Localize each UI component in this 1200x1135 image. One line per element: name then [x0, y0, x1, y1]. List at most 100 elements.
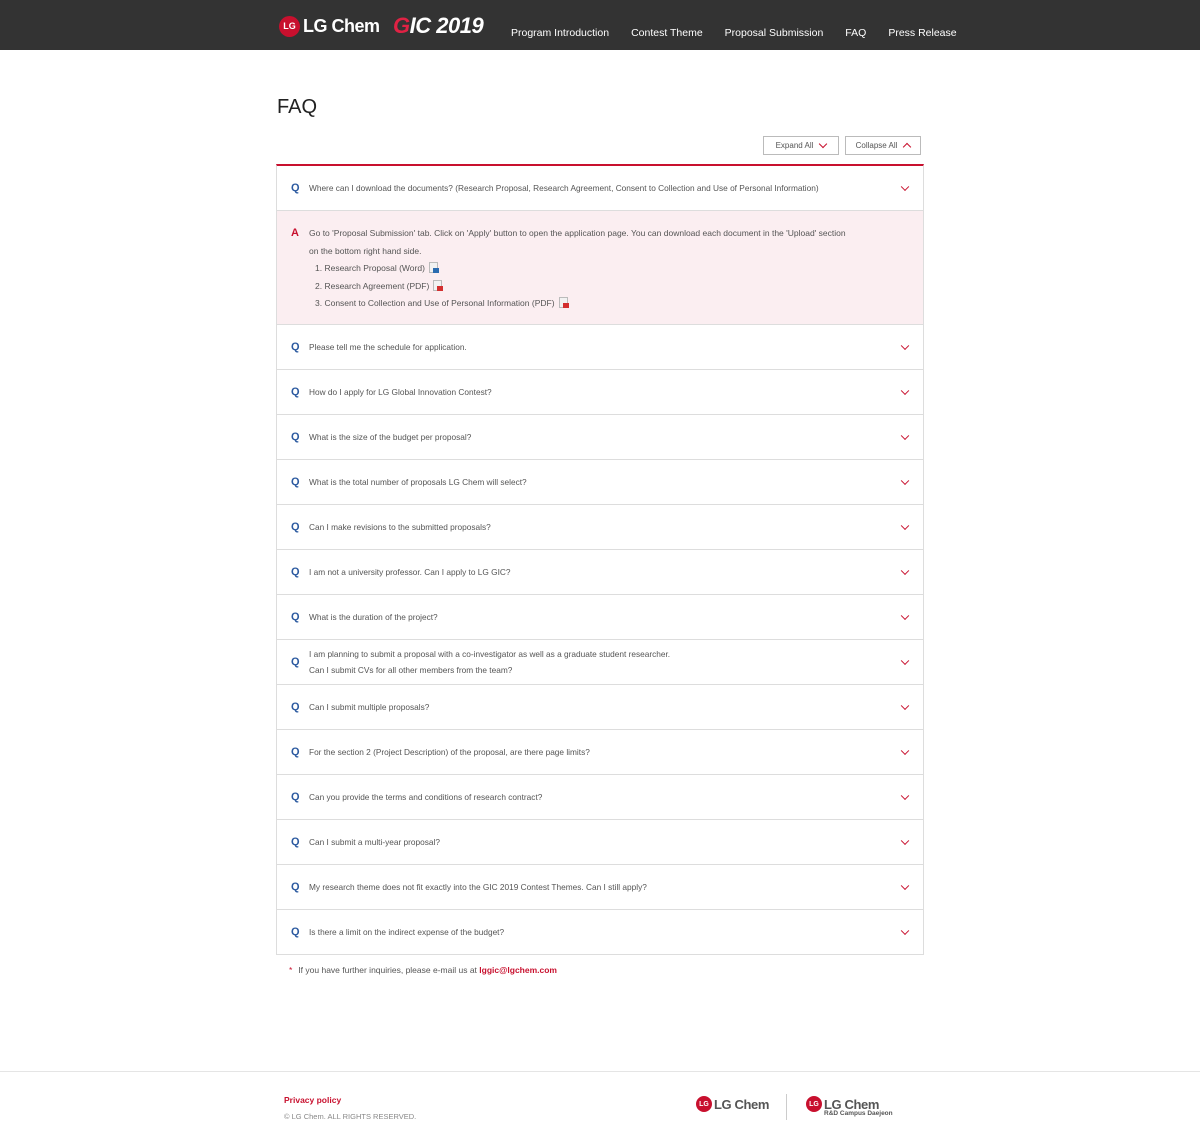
question-text: Can I submit a multi-year proposal? — [309, 837, 440, 847]
q-mark: Q — [291, 521, 300, 533]
document-label: 3. Consent to Collection and Use of Pers… — [315, 298, 555, 308]
privacy-policy-link[interactable]: Privacy policy — [284, 1095, 341, 1105]
q-mark: Q — [291, 746, 300, 758]
q-mark: Q — [291, 926, 300, 938]
document-label: 2. Research Agreement (PDF) — [315, 280, 430, 291]
faq-question-2[interactable]: Q Please tell me the schedule for applic… — [277, 325, 923, 370]
inquiry-note: * If you have further inquiries, please e… — [289, 965, 557, 975]
expand-all-button[interactable]: Expand All — [763, 136, 839, 155]
nav-faq[interactable]: FAQ — [845, 27, 866, 39]
faq-question-5[interactable]: Q What is the total number of proposals … — [277, 460, 923, 505]
chevron-down-icon — [819, 139, 828, 148]
question-text: Can I submit multiple proposals? — [309, 702, 430, 712]
lg-logo-mark: LG — [279, 15, 300, 37]
question-text: How do I apply for LG Global Innovation … — [309, 387, 492, 397]
pdf-icon[interactable] — [558, 297, 569, 308]
chevron-down-icon — [900, 476, 910, 486]
footer-divider — [786, 1094, 787, 1120]
chevron-down-icon — [900, 791, 910, 801]
nav-contest-theme[interactable]: Contest Theme — [631, 27, 703, 39]
nav-proposal-submission[interactable]: Proposal Submission — [725, 27, 824, 39]
faq-question-10[interactable]: Q Can I submit multiple proposals? — [277, 685, 923, 730]
question-text: Please tell me the schedule for applicat… — [309, 342, 467, 352]
faq-answer-1: A Go to 'Proposal Submission' tab. Click… — [277, 211, 923, 325]
footer: Privacy policy © LG Chem. ALL RIGHTS RES… — [0, 1071, 1200, 1135]
lg-chem-logo[interactable]: LG LG Chem — [279, 14, 380, 38]
faq-question-12[interactable]: Q Can you provide the terms and conditio… — [277, 775, 923, 820]
faq-question-1[interactable]: Q Where can I download the documents? (R… — [277, 166, 923, 211]
gic-2019-logo[interactable]: GIC 2019 — [393, 13, 484, 38]
inquiry-text: If you have further inquiries, please e-… — [298, 965, 480, 975]
copyright-text: © LG Chem. ALL RIGHTS RESERVED. — [284, 1112, 417, 1121]
chevron-down-icon — [900, 182, 910, 192]
chevron-down-icon — [900, 341, 910, 351]
footer-lg-chem-logo[interactable]: LG LG Chem — [696, 1096, 769, 1112]
question-text: My research theme does not fit exactly i… — [309, 882, 647, 892]
nav-press-release[interactable]: Press Release — [888, 27, 956, 39]
pdf-icon[interactable] — [433, 279, 444, 291]
question-text: I am not a university professor. Can I a… — [309, 567, 511, 577]
chevron-down-icon — [900, 566, 910, 576]
email-link[interactable]: lggic@lgchem.com — [479, 965, 557, 975]
lg-logo-mark: LG — [696, 1096, 712, 1112]
chevron-down-icon — [900, 431, 910, 441]
q-mark: Q — [291, 476, 300, 488]
faq-question-13[interactable]: Q Can I submit a multi-year proposal? — [277, 820, 923, 865]
q-mark: Q — [291, 566, 300, 578]
faq-question-8[interactable]: Q What is the duration of the project? — [277, 595, 923, 640]
faq-question-3[interactable]: Q How do I apply for LG Global Innovatio… — [277, 370, 923, 415]
chevron-down-icon — [900, 836, 910, 846]
chevron-up-icon — [903, 142, 912, 152]
q-mark: Q — [291, 341, 300, 353]
question-text: What is the size of the budget per propo… — [309, 432, 472, 442]
question-text: Can you provide the terms and conditions… — [309, 792, 543, 802]
q-mark: Q — [291, 182, 300, 194]
footer-logo-text: LG Chem — [714, 1096, 769, 1112]
answer-body: Go to 'Proposal Submission' tab. Click o… — [309, 225, 909, 313]
asterisk: * — [289, 965, 293, 975]
faq-question-14[interactable]: Q My research theme does not fit exactly… — [277, 865, 923, 910]
question-text: Where can I download the documents? (Res… — [309, 183, 819, 193]
main-nav: Program Introduction Contest Theme Propo… — [511, 27, 957, 39]
question-text: For the section 2 (Project Description) … — [309, 747, 590, 757]
gic-logo-g: G — [393, 13, 410, 38]
chevron-down-icon — [900, 521, 910, 531]
lg-logo-text: LG Chem — [303, 15, 380, 36]
faq-question-4[interactable]: Q What is the size of the budget per pro… — [277, 415, 923, 460]
document-item-consent: 3. Consent to Collection and Use of Pers… — [315, 295, 909, 313]
q-mark: Q — [291, 881, 300, 893]
document-list: 1. Research Proposal (Word) 2. Research … — [315, 260, 909, 313]
top-navigation-bar: LG LG Chem GIC 2019 Program Introduction… — [0, 0, 1200, 50]
gic-logo-text: IC 2019 — [409, 13, 484, 38]
answer-line-2: on the bottom right hand side. — [309, 245, 422, 256]
question-text: I am planning to submit a proposal with … — [309, 646, 869, 678]
document-label: 1. Research Proposal (Word) — [315, 263, 425, 273]
question-text: What is the total number of proposals LG… — [309, 477, 527, 487]
faq-question-9[interactable]: Q I am planning to submit a proposal wit… — [277, 640, 923, 685]
lg-logo-mark: LG — [806, 1096, 822, 1112]
collapse-all-label: Collapse All — [855, 141, 898, 150]
page-title: FAQ — [277, 96, 318, 118]
expand-all-label: Expand All — [775, 141, 814, 150]
faq-question-7[interactable]: Q I am not a university professor. Can I… — [277, 550, 923, 595]
q-mark: Q — [291, 386, 300, 398]
chevron-down-icon — [900, 926, 910, 936]
word-icon[interactable] — [428, 262, 439, 273]
chevron-down-icon — [900, 611, 910, 621]
rd-campus-subtitle: R&D Campus Daejeon — [824, 1110, 893, 1117]
answer-line-1: Go to 'Proposal Submission' tab. Click o… — [309, 228, 846, 238]
q-mark: Q — [291, 611, 300, 623]
q-mark: Q — [291, 656, 300, 668]
faq-question-15[interactable]: Q Is there a limit on the indirect expen… — [277, 910, 923, 955]
collapse-all-button[interactable]: Collapse All — [845, 136, 921, 155]
question-text: What is the duration of the project? — [309, 612, 438, 622]
faq-question-6[interactable]: Q Can I make revisions to the submitted … — [277, 505, 923, 550]
question-line-2: Can I submit CVs for all other members f… — [309, 665, 513, 675]
document-item-research-agreement: 2. Research Agreement (PDF) — [315, 278, 909, 296]
q-mark: Q — [291, 791, 300, 803]
q-mark: Q — [291, 701, 300, 713]
chevron-down-icon — [900, 701, 910, 711]
nav-program-introduction[interactable]: Program Introduction — [511, 27, 609, 39]
question-text: Is there a limit on the indirect expense… — [309, 927, 505, 937]
faq-question-11[interactable]: Q For the section 2 (Project Description… — [277, 730, 923, 775]
